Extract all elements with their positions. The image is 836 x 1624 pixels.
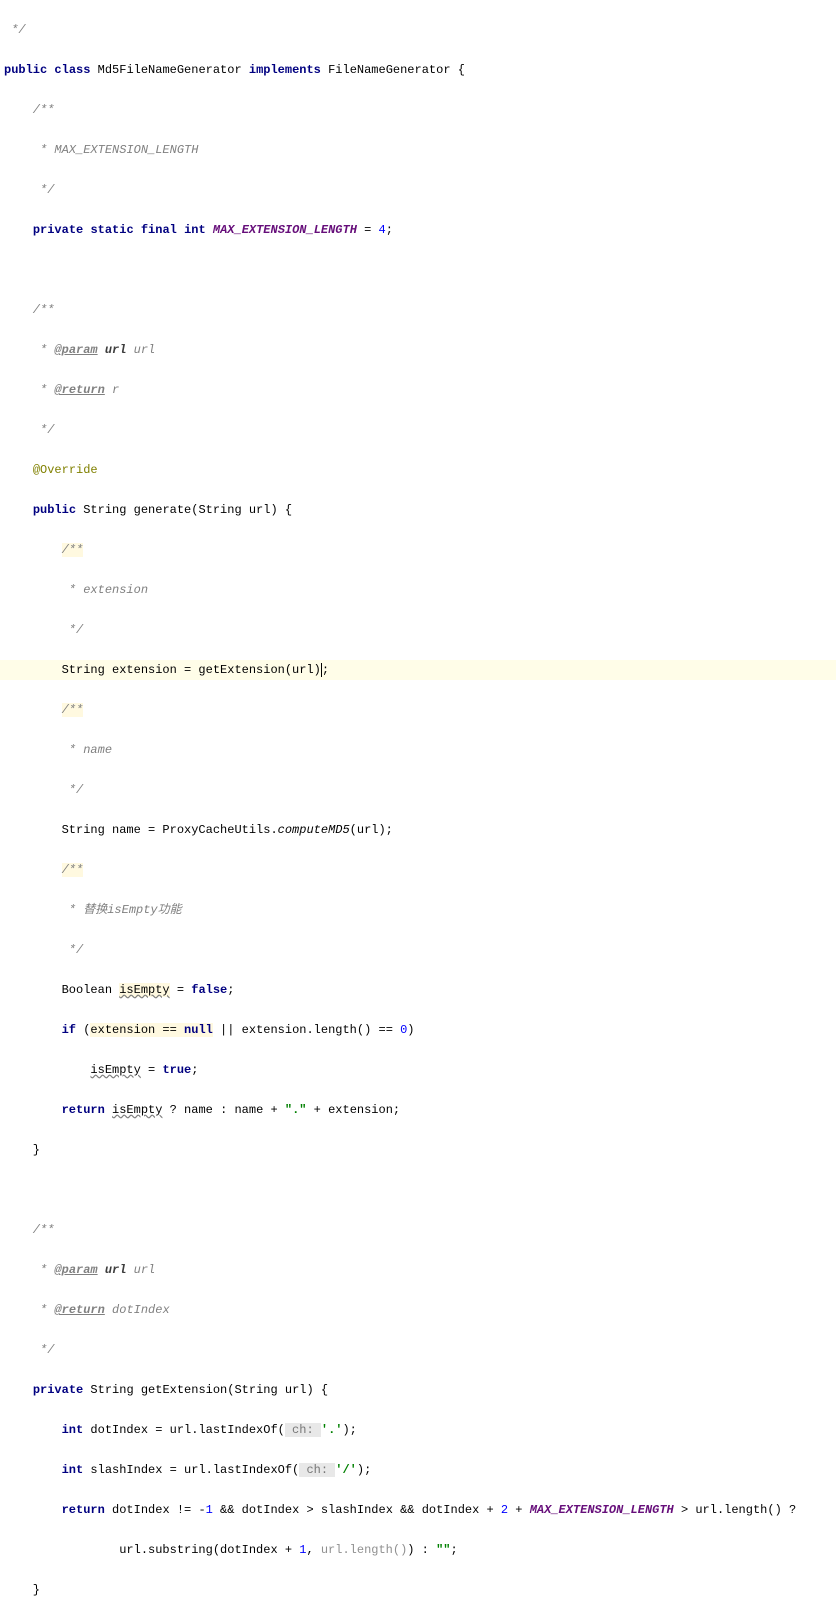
statement: int slashIndex = url.lastIndexOf( ch: '/… (0, 1460, 836, 1480)
string-literal: "" (436, 1543, 450, 1557)
statement: int dotIndex = url.lastIndexOf( ch: '.')… (0, 1420, 836, 1440)
param-hint: ch: (285, 1423, 321, 1437)
class-name: Md5FileNameGenerator (98, 63, 242, 77)
brace-close: } (0, 1140, 836, 1160)
current-line: String extension = getExtension(url); (0, 660, 836, 680)
keyword-return: return (62, 1503, 105, 1517)
keyword-public: public (4, 63, 47, 77)
statement: String name = ProxyCacheUtils.computeMD5… (0, 820, 836, 840)
statement-continuation: url.substring(dotIndex + 1, url.length()… (0, 1540, 836, 1560)
keyword-if: if (62, 1023, 76, 1037)
number-literal: 1 (206, 1503, 213, 1517)
keyword-implements: implements (249, 63, 321, 77)
keyword-int: int (62, 1423, 84, 1437)
redundant-arg: url.length() (321, 1543, 407, 1557)
javadoc-body: * MAX_EXTENSION_LENGTH (0, 140, 836, 160)
brace-close: } (0, 1580, 836, 1600)
brace-close: } (0, 1620, 836, 1624)
javadoc-start: /** (0, 1220, 836, 1240)
string-literal: "." (285, 1103, 307, 1117)
keyword-final: final (141, 223, 177, 237)
class-declaration: public class Md5FileNameGenerator implem… (0, 60, 836, 80)
javadoc-start: /** (0, 100, 836, 120)
variable-warning: isEmpty (90, 1063, 140, 1077)
statement: isEmpty = true; (0, 1060, 836, 1080)
javadoc-start: /** (0, 300, 836, 320)
code-editor[interactable]: */ public class Md5FileNameGenerator imp… (0, 0, 836, 1624)
constant-name: MAX_EXTENSION_LENGTH (213, 223, 357, 237)
keyword-null: null (184, 1023, 213, 1037)
char-literal: '/' (335, 1463, 357, 1477)
code-line: */ (0, 20, 836, 40)
javadoc-param-name: url (98, 1263, 127, 1277)
if-statement: if (extension == null || extension.lengt… (0, 1020, 836, 1040)
keyword-false: false (191, 983, 227, 997)
comment-end: */ (4, 23, 26, 37)
javadoc-return: * @return r (0, 380, 836, 400)
statement: Boolean isEmpty = false; (0, 980, 836, 1000)
blank-line (0, 1180, 836, 1200)
keyword-true: true (162, 1063, 191, 1077)
keyword-class: class (54, 63, 90, 77)
javadoc-end: */ (0, 780, 836, 800)
javadoc-end: */ (0, 940, 836, 960)
condition-highlight: extension == (90, 1023, 184, 1037)
javadoc-param-name: url (98, 343, 127, 357)
javadoc-body: * 替换isEmpty功能 (0, 900, 836, 920)
javadoc-tag: @return (54, 1303, 104, 1317)
number-literal: 0 (400, 1023, 407, 1037)
javadoc-end: */ (0, 1340, 836, 1360)
variable-warning: isEmpty (119, 983, 169, 997)
annotation-line: @Override (0, 460, 836, 480)
javadoc-end: */ (0, 620, 836, 640)
keyword-static: static (90, 223, 133, 237)
interface-name: FileNameGenerator { (328, 63, 465, 77)
javadoc-start: /** (0, 700, 836, 720)
keyword-return: return (62, 1103, 105, 1117)
variable-warning: isEmpty (112, 1103, 162, 1117)
keyword-private: private (33, 223, 83, 237)
blank-line (0, 260, 836, 280)
keyword-private: private (33, 1383, 83, 1397)
char-literal: '.' (321, 1423, 343, 1437)
javadoc-return: * @return dotIndex (0, 1300, 836, 1320)
number-literal: 4 (379, 223, 386, 237)
method-declaration: private String getExtension(String url) … (0, 1380, 836, 1400)
return-statement: return dotIndex != -1 && dotIndex > slas… (0, 1500, 836, 1520)
number-literal: 1 (299, 1543, 306, 1557)
javadoc-end: */ (0, 420, 836, 440)
constant-name: MAX_EXTENSION_LENGTH (530, 1503, 674, 1517)
javadoc-tag: @return (54, 383, 104, 397)
method-declaration: public String generate(String url) { (0, 500, 836, 520)
annotation-override: @Override (33, 463, 98, 477)
keyword-int: int (62, 1463, 84, 1477)
javadoc-body: * name (0, 740, 836, 760)
javadoc-start: /** (0, 860, 836, 880)
field-declaration: private static final int MAX_EXTENSION_L… (0, 220, 836, 240)
javadoc-end: */ (0, 180, 836, 200)
javadoc-body: * extension (0, 580, 836, 600)
keyword-public: public (33, 503, 76, 517)
static-method-call: computeMD5 (278, 823, 350, 837)
javadoc-tag: @param (54, 1263, 97, 1277)
number-literal: 2 (501, 1503, 508, 1517)
javadoc-param: * @param url url (0, 340, 836, 360)
return-statement: return isEmpty ? name : name + "." + ext… (0, 1100, 836, 1120)
param-hint: ch: (299, 1463, 335, 1477)
keyword-int: int (184, 223, 206, 237)
javadoc-start: /** (0, 540, 836, 560)
javadoc-param: * @param url url (0, 1260, 836, 1280)
javadoc-tag: @param (54, 343, 97, 357)
